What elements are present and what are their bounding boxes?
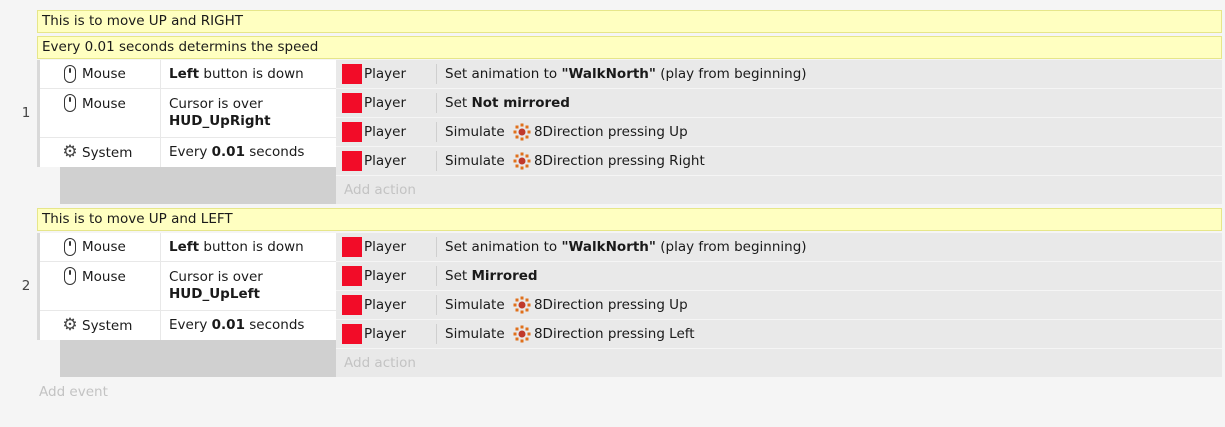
condition-text: Every 0.01 seconds [169,144,305,160]
8direction-behavior-icon [513,325,531,343]
condition-block[interactable]: Mouse Left button is down Mouse Cursor i… [40,60,336,167]
action-row[interactable]: Player Simulate 8Direction pressing Up [336,118,1222,147]
condition-text: Cursor is over HUD_UpRight [169,96,271,129]
condition-text: Every 0.01 seconds [169,317,305,333]
action-row[interactable]: Player Simulate 8Direction pressing Up [336,291,1222,320]
player-object-icon [342,266,362,286]
condition-row[interactable]: Mouse Left button is down [40,60,336,89]
condition-object: Mouse [82,66,126,82]
condition-text: Cursor is over HUD_UpLeft [169,269,263,302]
action-row[interactable]: Player Set Not mirrored [336,89,1222,118]
add-action-button[interactable]: Add action [336,176,1222,204]
event-comment[interactable]: This is to move UP and RIGHT [37,10,1222,33]
event-drop-area [60,167,336,204]
event-comment[interactable]: Every 0.01 seconds determins the speed [37,36,1222,59]
mouse-icon [64,238,76,256]
action-row[interactable]: Player Set animation to "WalkNorth" (pla… [336,60,1222,89]
condition-object: System [82,317,133,334]
player-object-icon [342,151,362,171]
action-row[interactable]: Player Set Mirrored [336,262,1222,291]
mouse-icon [64,267,76,285]
condition-row[interactable]: Mouse Cursor is over HUD_UpRight [40,89,336,138]
condition-block[interactable]: Mouse Left button is down Mouse Cursor i… [40,233,336,340]
player-object-icon [342,93,362,113]
add-action-button[interactable]: Add action [336,349,1222,377]
action-row[interactable]: Player Simulate 8Direction pressing Left [336,320,1222,349]
condition-row[interactable]: ⚙ System Every 0.01 seconds [40,138,336,167]
condition-row[interactable]: ⚙ System Every 0.01 seconds [40,311,336,340]
event-comment[interactable]: This is to move UP and LEFT [37,208,1222,231]
gear-icon: ⚙ [62,315,78,335]
condition-text: Left button is down [169,65,304,82]
condition-object: Mouse [82,239,126,255]
event-number: 1 [21,105,31,121]
condition-text: Left button is down [169,238,304,255]
condition-row[interactable]: Mouse Cursor is over HUD_UpLeft [40,262,336,311]
player-object-icon [342,122,362,142]
condition-object: Mouse [82,268,126,285]
event-drop-area [60,340,336,377]
player-object-icon [342,64,362,84]
8direction-behavior-icon [513,296,531,314]
add-event-button[interactable]: Add event [39,384,108,400]
8direction-behavior-icon [513,123,531,141]
mouse-icon [64,94,76,112]
gear-icon: ⚙ [62,142,78,162]
event-number: 2 [21,278,31,294]
condition-object: Mouse [82,95,126,112]
player-object-icon [342,237,362,257]
condition-object: System [82,144,133,161]
player-object-icon [342,295,362,315]
player-object-icon [342,324,362,344]
mouse-icon [64,65,76,83]
action-row[interactable]: Player Set animation to "WalkNorth" (pla… [336,233,1222,262]
8direction-behavior-icon [513,152,531,170]
action-row[interactable]: Player Simulate 8Direction pressing Righ… [336,147,1222,176]
condition-row[interactable]: Mouse Left button is down [40,233,336,262]
